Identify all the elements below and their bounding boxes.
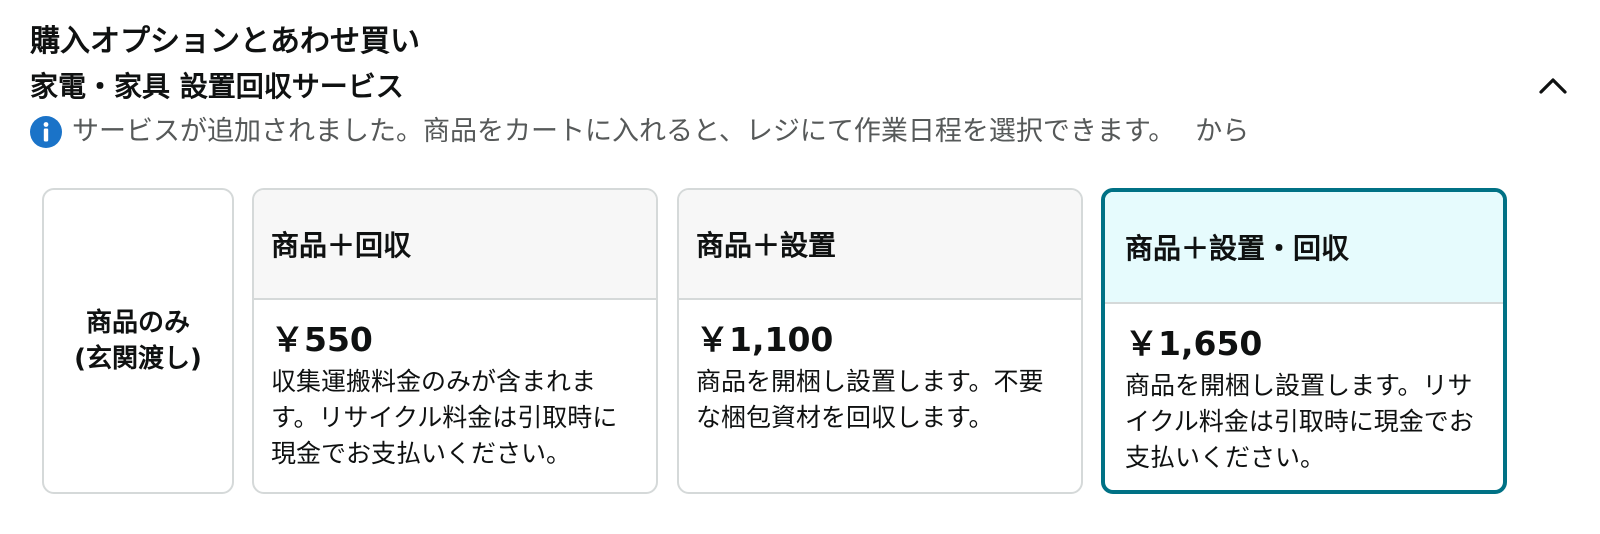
notice-text: サービスが追加されました。商品をカートに入れると、レジにて作業日程を選択できます… (72, 116, 1176, 147)
info-icon (30, 116, 62, 148)
service-added-notice: サービスが追加されました。商品をカートに入れると、レジにて作業日程を選択できます… (30, 112, 1249, 152)
option-title: 商品＋設置 (679, 190, 1081, 300)
option-title: 商品＋設置・回収 (1105, 192, 1503, 304)
option-description: 収集運搬料金のみが含まれます。リサイクル料金は引取時に現金でお支払いください。 (271, 367, 618, 468)
option-price: ￥550 (271, 320, 373, 359)
section-title: 購入オプションとあわせ買い (30, 24, 420, 59)
option-description: 商品を開梱し設置します。リサイクル料金は引取時に現金でお支払いください。 (1125, 371, 1474, 472)
section-subtitle: 家電・家具 設置回収サービス (30, 70, 404, 103)
option-description: 商品を開梱し設置します。不要な梱包資材を回収します。 (696, 367, 1044, 432)
option-product-only[interactable]: 商品のみ (玄関渡し) (42, 188, 234, 494)
option-card-installation-collection[interactable]: 商品＋設置・回収 ￥1,650 商品を開梱し設置します。リサイクル料金は引取時に… (1101, 188, 1507, 494)
option-card-collection[interactable]: 商品＋回収 ￥550 収集運搬料金のみが含まれます。リサイクル料金は引取時に現金… (252, 188, 658, 494)
option-title: 商品＋回収 (254, 190, 656, 300)
option-card-installation[interactable]: 商品＋設置 ￥1,100 商品を開梱し設置します。不要な梱包資材を回収します。 (677, 188, 1083, 494)
chevron-up-icon (1539, 78, 1567, 94)
collapse-button[interactable] (1533, 66, 1573, 106)
option-product-only-label: 商品のみ (玄関渡し) (74, 308, 202, 374)
option-price: ￥1,650 (1125, 324, 1263, 363)
notice-link[interactable]: から (1195, 112, 1249, 152)
option-price: ￥1,100 (696, 320, 834, 359)
